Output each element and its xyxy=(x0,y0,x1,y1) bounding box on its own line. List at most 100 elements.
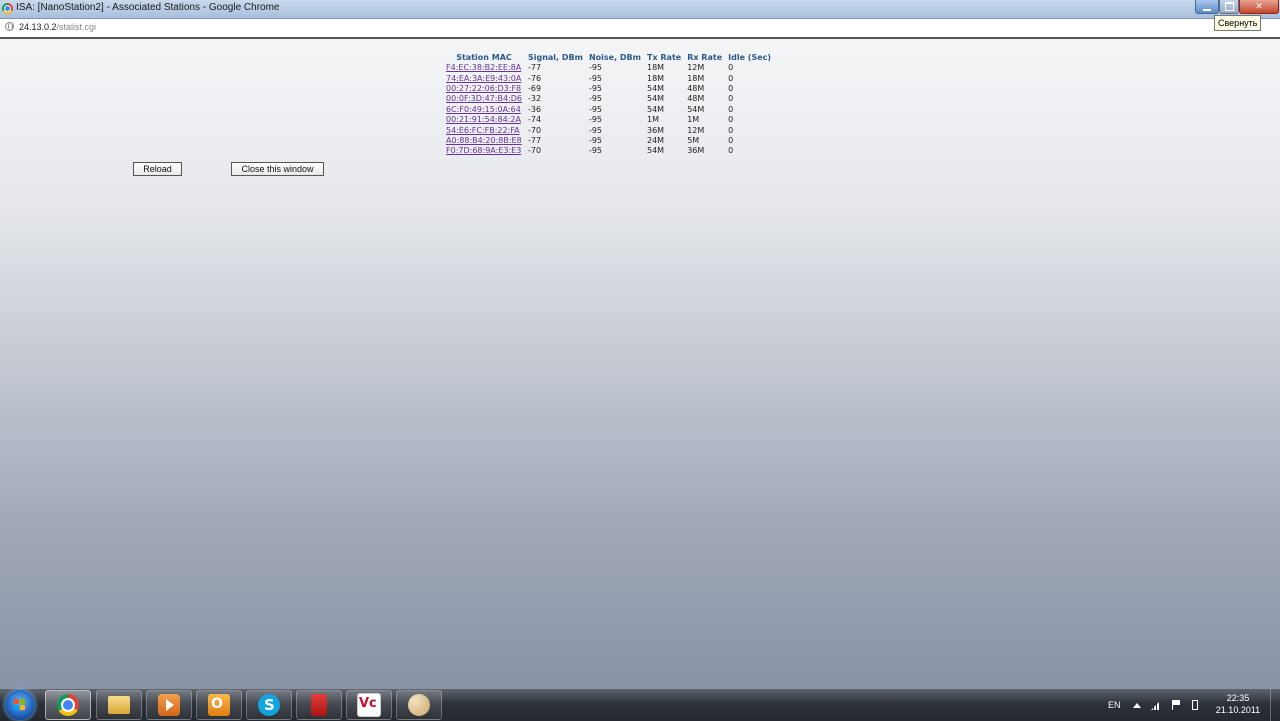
clock-time: 22:35 xyxy=(1226,693,1250,703)
header-station-mac: Station MAC xyxy=(456,53,512,62)
table-row: 6C:F0:49:15:0A:64 -36 -95 54M 54M 0 xyxy=(443,105,774,115)
taskbar-chrome[interactable] xyxy=(45,690,91,720)
idle-cell: 0 xyxy=(728,94,734,104)
clock-date: 21.10.2011 xyxy=(1215,705,1261,715)
start-button[interactable] xyxy=(5,690,35,720)
outlook-icon xyxy=(208,694,230,716)
noise-cell: -95 xyxy=(588,73,603,83)
tx-rate-cell: 18M xyxy=(646,73,665,83)
signal-cell: -74 xyxy=(527,115,542,125)
signal-cell: -36 xyxy=(527,104,542,114)
table-row: 00:0F:3D:47:B4:D6 -32 -95 54M 48M 0 xyxy=(443,94,774,104)
idle-cell: 0 xyxy=(728,83,734,93)
station-mac-link[interactable]: 00:0F:3D:47:B4:D6 xyxy=(446,94,522,103)
rx-rate-cell: 12M xyxy=(687,63,705,73)
vc-icon xyxy=(357,693,381,717)
taskbar-paint[interactable] xyxy=(396,690,442,720)
table-header-row: Station MAC Signal, DBm Noise, DBm Tx Ra… xyxy=(443,52,774,63)
signal-cell: -76 xyxy=(527,73,542,83)
stations-table: Station MAC Signal, DBm Noise, DBm Tx Ra… xyxy=(443,52,774,157)
page-content: Station MAC Signal, DBm Noise, DBm Tx Ra… xyxy=(0,39,1280,688)
taskbar: EN 22:35 21.10.2011 xyxy=(0,688,1280,721)
address-bar[interactable]: 24.13.0.2/stalist.cgi xyxy=(0,19,1280,39)
paint-icon xyxy=(408,694,430,716)
header-signal: Signal, DBm xyxy=(527,53,583,62)
tx-rate-cell: 1M xyxy=(646,115,659,125)
tx-rate-cell: 18M xyxy=(646,63,665,73)
idle-cell: 0 xyxy=(728,135,734,145)
chrome-icon xyxy=(57,694,79,716)
taskbar-media-player[interactable] xyxy=(146,690,192,720)
url-text[interactable]: 24.13.0.2/stalist.cgi xyxy=(19,22,96,32)
taskbar-vc[interactable] xyxy=(346,690,392,720)
signal-cell: -70 xyxy=(527,146,542,156)
noise-cell: -95 xyxy=(588,115,603,125)
noise-cell: -95 xyxy=(588,83,603,93)
media-player-icon xyxy=(158,694,180,716)
show-hidden-icons-icon[interactable] xyxy=(1133,703,1141,708)
noise-cell: -95 xyxy=(588,146,603,156)
station-mac-link[interactable]: F4:EC:38:B2:EE:8A xyxy=(446,63,521,72)
close-window-button[interactable]: ✕ xyxy=(1239,0,1279,14)
action-center-flag-icon[interactable] xyxy=(1172,700,1183,710)
reload-button[interactable]: Reload xyxy=(133,162,182,176)
station-mac-link[interactable]: 00:27:22:06:D3:F8 xyxy=(446,84,521,93)
battery-icon[interactable] xyxy=(1192,700,1198,710)
idle-cell: 0 xyxy=(728,104,734,114)
network-signal-icon[interactable] xyxy=(1151,700,1161,710)
table-row: F0:7D:68:9A:E3:E3 -70 -95 54M 36M 0 xyxy=(443,146,774,156)
tx-rate-cell: 36M xyxy=(646,125,665,135)
globe-icon xyxy=(5,22,14,31)
noise-cell: -95 xyxy=(588,104,603,114)
taskbar-book[interactable] xyxy=(296,690,342,720)
minimize-tooltip: Свернуть xyxy=(1214,15,1262,31)
tx-rate-cell: 54M xyxy=(646,104,665,114)
rx-rate-cell: 5M xyxy=(687,135,700,145)
rx-rate-cell: 18M xyxy=(687,73,705,83)
station-mac-link[interactable]: 00:21:91:54:84:2A xyxy=(446,115,521,124)
rx-rate-cell: 48M xyxy=(687,94,705,104)
station-mac-link[interactable]: 6C:F0:49:15:0A:64 xyxy=(446,105,521,114)
table-row: 54:E6:FC:FB:22:FA -70 -95 36M 12M 0 xyxy=(443,125,774,135)
table-row: A0:88:B4:20:8B:E8 -77 -95 24M 5M 0 xyxy=(443,136,774,146)
signal-cell: -70 xyxy=(527,125,542,135)
minimize-button[interactable] xyxy=(1195,0,1219,14)
chrome-icon xyxy=(2,3,13,14)
minimize-icon xyxy=(1203,8,1211,11)
tx-rate-cell: 24M xyxy=(646,135,665,145)
rx-rate-cell: 48M xyxy=(687,83,705,93)
taskbar-skype[interactable] xyxy=(246,690,292,720)
table-row: 00:27:22:06:D3:F8 -69 -95 54M 48M 0 xyxy=(443,84,774,94)
url-path: /stalist.cgi xyxy=(56,22,97,32)
rx-rate-cell: 54M xyxy=(687,104,705,114)
maximize-button[interactable] xyxy=(1219,0,1239,14)
taskbar-outlook[interactable] xyxy=(196,690,242,720)
signal-cell: -32 xyxy=(527,94,542,104)
station-mac-link[interactable]: 74:EA:3A:E9:43:0A xyxy=(446,74,521,83)
tx-rate-cell: 54M xyxy=(646,146,665,156)
folder-icon xyxy=(108,696,130,714)
station-mac-link[interactable]: A0:88:B4:20:8B:E8 xyxy=(446,136,522,145)
station-mac-link[interactable]: F0:7D:68:9A:E3:E3 xyxy=(446,146,521,155)
window-title: ISA: [NanoStation2] - Associated Station… xyxy=(16,2,280,13)
language-indicator[interactable]: EN xyxy=(1108,689,1121,721)
close-this-window-button[interactable]: Close this window xyxy=(231,162,324,176)
idle-cell: 0 xyxy=(728,63,734,73)
header-tx-rate: Tx Rate xyxy=(646,53,682,62)
header-rx-rate: Rx Rate xyxy=(687,53,723,62)
clock[interactable]: 22:35 21.10.2011 xyxy=(1210,692,1266,716)
table-row: 74:EA:3A:E9:43:0A -76 -95 18M 18M 0 xyxy=(443,73,774,83)
rx-rate-cell: 1M xyxy=(687,115,700,125)
idle-cell: 0 xyxy=(728,125,734,135)
tx-rate-cell: 54M xyxy=(646,83,665,93)
skype-icon xyxy=(258,694,280,716)
maximize-icon xyxy=(1224,2,1234,11)
station-mac-link[interactable]: 54:E6:FC:FB:22:FA xyxy=(446,126,520,135)
tx-rate-cell: 54M xyxy=(646,94,665,104)
book-icon xyxy=(311,694,327,716)
taskbar-explorer[interactable] xyxy=(96,690,142,720)
idle-cell: 0 xyxy=(728,146,734,156)
show-desktop-button[interactable] xyxy=(1270,689,1280,721)
url-host: 24.13.0.2 xyxy=(19,22,57,32)
signal-cell: -77 xyxy=(527,63,542,73)
